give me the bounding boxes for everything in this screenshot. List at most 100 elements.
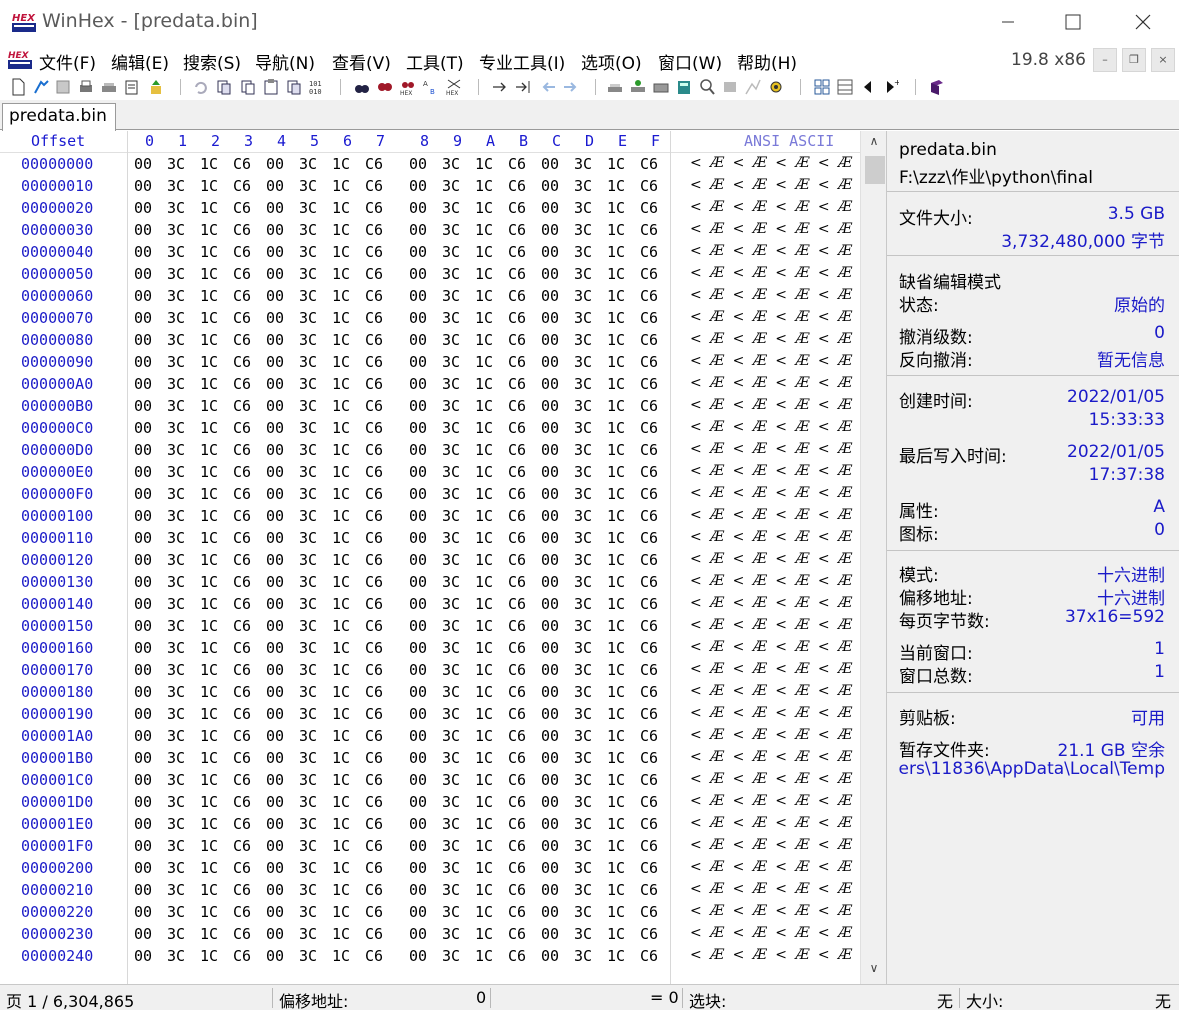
hex-byte[interactable]: 3C xyxy=(442,551,460,569)
hex-byte[interactable]: 1C xyxy=(200,199,218,217)
hex-byte[interactable]: 00 xyxy=(134,419,152,437)
hex-byte[interactable]: 3C xyxy=(574,595,592,613)
hex-byte[interactable]: 1C xyxy=(200,903,218,921)
hex-byte[interactable]: 1C xyxy=(332,859,350,877)
hex-byte[interactable]: C6 xyxy=(365,353,383,371)
hex-byte[interactable]: C6 xyxy=(508,375,526,393)
hex-byte[interactable]: C6 xyxy=(640,529,658,547)
hex-byte[interactable]: 1C xyxy=(332,199,350,217)
hex-row[interactable]: 00000180 00 3C 1C C6 00 3C 1C C6 00 3C 1C C6 00 3C 1C C6… xyxy=(0,681,860,703)
hex-byte[interactable]: 1C xyxy=(475,463,493,481)
mdi-minimize-button[interactable]: – xyxy=(1093,48,1117,72)
hex-byte[interactable]: 1C xyxy=(607,375,625,393)
hex-byte[interactable]: C6 xyxy=(640,265,658,283)
hex-row[interactable]: 00000010 00 3C 1C C6 00 3C 1C C6 00 3C 1C C6 00 3C 1C C6… xyxy=(0,175,860,197)
hex-byte[interactable]: 3C xyxy=(442,265,460,283)
hex-byte[interactable]: 00 xyxy=(541,287,559,305)
hex-byte[interactable]: 3C xyxy=(299,397,317,415)
hex-byte[interactable]: 1C xyxy=(475,221,493,239)
hex-byte[interactable]: C6 xyxy=(508,309,526,327)
next-icon[interactable]: + xyxy=(883,78,899,96)
row-text-view[interactable]: < Æ < Æ < Æ < Æ xyxy=(690,397,852,413)
hex-byte[interactable]: 00 xyxy=(134,947,152,965)
hex-byte[interactable]: 3C xyxy=(574,199,592,217)
hex-byte[interactable]: 00 xyxy=(134,441,152,459)
hex-byte[interactable]: 1C xyxy=(332,727,350,745)
hex-byte[interactable]: 1C xyxy=(200,859,218,877)
hex-byte[interactable]: 00 xyxy=(134,397,152,415)
hex-byte[interactable]: 00 xyxy=(266,375,284,393)
hex-byte[interactable]: C6 xyxy=(508,155,526,173)
hex-byte[interactable]: 1C xyxy=(475,705,493,723)
hex-byte[interactable]: 00 xyxy=(409,749,427,767)
hex-byte[interactable]: 1C xyxy=(332,155,350,173)
hex-byte[interactable]: 00 xyxy=(409,199,427,217)
hex-byte[interactable]: 3C xyxy=(299,551,317,569)
hex-byte[interactable]: C6 xyxy=(233,661,251,679)
hex-byte[interactable]: 3C xyxy=(167,903,185,921)
hex-byte[interactable]: 1C xyxy=(607,221,625,239)
hex-row[interactable]: 00000200 00 3C 1C C6 00 3C 1C C6 00 3C 1C C6 00 3C 1C C6… xyxy=(0,857,860,879)
hex-byte[interactable]: 00 xyxy=(134,925,152,943)
hex-byte[interactable]: 3C xyxy=(574,881,592,899)
row-text-view[interactable]: < Æ < Æ < Æ < Æ xyxy=(690,573,852,589)
hex-byte[interactable]: 3C xyxy=(299,771,317,789)
hex-byte[interactable]: 00 xyxy=(541,727,559,745)
hex-byte[interactable]: 1C xyxy=(607,397,625,415)
hex-byte[interactable]: 00 xyxy=(541,309,559,327)
hex-byte[interactable]: C6 xyxy=(233,551,251,569)
hex-byte[interactable]: 00 xyxy=(541,551,559,569)
hex-byte[interactable]: C6 xyxy=(233,309,251,327)
hex-byte[interactable]: 00 xyxy=(134,221,152,239)
hex-byte[interactable]: 00 xyxy=(134,903,152,921)
hex-byte[interactable]: 1C xyxy=(475,815,493,833)
hex-row[interactable]: 000001D0 00 3C 1C C6 00 3C 1C C6 00 3C 1C C6 00 3C 1C C6… xyxy=(0,791,860,813)
hex-byte[interactable]: 00 xyxy=(134,155,152,173)
row-text-view[interactable]: < Æ < Æ < Æ < Æ xyxy=(690,529,852,545)
hex-byte[interactable]: 1C xyxy=(332,683,350,701)
hex-byte[interactable]: C6 xyxy=(508,199,526,217)
hex-byte[interactable]: C6 xyxy=(508,749,526,767)
hex-byte[interactable]: C6 xyxy=(640,551,658,569)
hex-byte[interactable]: 3C xyxy=(574,507,592,525)
hex-byte[interactable]: 3C xyxy=(442,639,460,657)
hex-byte[interactable]: 3C xyxy=(574,353,592,371)
hex-byte[interactable]: 00 xyxy=(134,815,152,833)
hex-byte[interactable]: 3C xyxy=(299,683,317,701)
hex-byte[interactable]: 3C xyxy=(442,155,460,173)
hex-byte[interactable]: 00 xyxy=(266,221,284,239)
hex-byte[interactable]: 3C xyxy=(574,397,592,415)
row-text-view[interactable]: < Æ < Æ < Æ < Æ xyxy=(690,155,852,171)
hex-byte[interactable]: 1C xyxy=(475,485,493,503)
hex-byte[interactable]: 1C xyxy=(475,243,493,261)
hex-byte[interactable]: C6 xyxy=(365,177,383,195)
hex-byte[interactable]: C6 xyxy=(508,661,526,679)
hex-byte[interactable]: 3C xyxy=(574,375,592,393)
hex-byte[interactable]: 3C xyxy=(299,815,317,833)
hex-byte[interactable]: 3C xyxy=(299,441,317,459)
maximize-button[interactable] xyxy=(1046,4,1102,40)
open-ram-icon[interactable] xyxy=(630,78,646,96)
hex-byte[interactable]: 3C xyxy=(299,639,317,657)
winhex-menu-logo-icon[interactable]: HEX xyxy=(8,48,32,70)
hex-byte[interactable]: 00 xyxy=(266,859,284,877)
hex-byte[interactable]: 3C xyxy=(299,309,317,327)
hex-byte[interactable]: 1C xyxy=(200,243,218,261)
hex-byte[interactable]: 00 xyxy=(134,793,152,811)
hex-byte[interactable]: C6 xyxy=(365,749,383,767)
hex-byte[interactable]: 1C xyxy=(332,441,350,459)
hex-byte[interactable]: C6 xyxy=(233,463,251,481)
hex-byte[interactable]: 3C xyxy=(167,177,185,195)
hex-byte[interactable]: 00 xyxy=(541,573,559,591)
hex-byte[interactable]: 00 xyxy=(266,661,284,679)
hex-byte[interactable]: C6 xyxy=(640,727,658,745)
hex-byte[interactable]: 1C xyxy=(475,573,493,591)
paste-special-icon[interactable] xyxy=(286,78,302,96)
hex-byte[interactable]: 3C xyxy=(299,221,317,239)
hex-byte[interactable]: 00 xyxy=(134,749,152,767)
hex-byte[interactable]: 3C xyxy=(167,507,185,525)
hex-byte[interactable]: C6 xyxy=(233,771,251,789)
hex-byte[interactable]: 00 xyxy=(409,705,427,723)
hex-byte[interactable]: 3C xyxy=(442,485,460,503)
menu-options[interactable]: 选项(O) xyxy=(581,49,642,74)
